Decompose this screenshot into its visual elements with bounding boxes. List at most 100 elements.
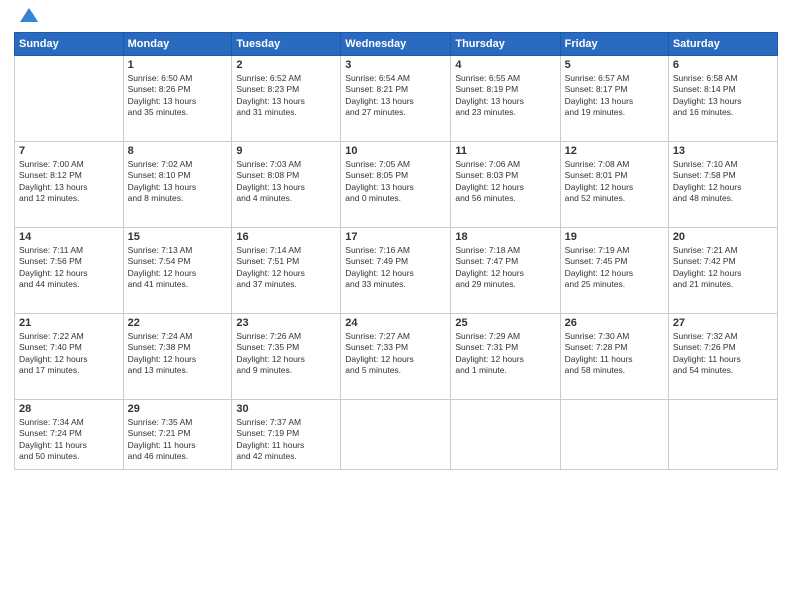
day-number: 5 bbox=[565, 59, 664, 71]
day-detail: Sunrise: 7:37 AM Sunset: 7:19 PM Dayligh… bbox=[236, 417, 336, 463]
calendar-cell bbox=[560, 400, 668, 470]
weekday-header: Monday bbox=[123, 33, 232, 56]
day-detail: Sunrise: 7:16 AM Sunset: 7:49 PM Dayligh… bbox=[345, 245, 446, 291]
calendar-cell: 10Sunrise: 7:05 AM Sunset: 8:05 PM Dayli… bbox=[341, 142, 451, 228]
weekday-header: Sunday bbox=[15, 33, 124, 56]
day-number: 18 bbox=[455, 231, 555, 243]
day-detail: Sunrise: 7:02 AM Sunset: 8:10 PM Dayligh… bbox=[128, 159, 228, 205]
calendar-cell: 13Sunrise: 7:10 AM Sunset: 7:58 PM Dayli… bbox=[668, 142, 777, 228]
day-detail: Sunrise: 7:32 AM Sunset: 7:26 PM Dayligh… bbox=[673, 331, 773, 377]
calendar-cell: 19 Sunrise: 7:19 AM Sunset: 7:45 PM Dayli… bbox=[560, 228, 668, 314]
weekday-header: Tuesday bbox=[232, 33, 341, 56]
day-number: 4 bbox=[455, 59, 555, 71]
day-number: 2 bbox=[236, 59, 336, 71]
calendar-week-row: 1Sunrise: 6:50 AM Sunset: 8:26 PM Daylig… bbox=[15, 56, 778, 142]
calendar-cell bbox=[451, 400, 560, 470]
day-number: 30 bbox=[236, 403, 336, 415]
day-number: 27 bbox=[673, 317, 773, 329]
day-detail: Sunrise: 7:35 AM Sunset: 7:21 PM Dayligh… bbox=[128, 417, 228, 463]
day-number: 24 bbox=[345, 317, 446, 329]
calendar-cell: 11 Sunrise: 7:06 AM Sunset: 8:03 PM Dayli… bbox=[451, 142, 560, 228]
calendar-week-row: 7 Sunrise: 7:00 AM Sunset: 8:12 PM Daylig… bbox=[15, 142, 778, 228]
calendar-cell: 7 Sunrise: 7:00 AM Sunset: 8:12 PM Daylig… bbox=[15, 142, 124, 228]
day-detail: Sunrise: 7:18 AM Sunset: 7:47 PM Dayligh… bbox=[455, 245, 555, 291]
day-number: 13 bbox=[673, 145, 773, 157]
calendar-week-row: 14 Sunrise: 7:11 AM Sunset: 7:56 PM Dayli… bbox=[15, 228, 778, 314]
calendar-cell: 1Sunrise: 6:50 AM Sunset: 8:26 PM Daylig… bbox=[123, 56, 232, 142]
day-number: 6 bbox=[673, 59, 773, 71]
day-detail: Sunrise: 7:30 AM Sunset: 7:28 PM Dayligh… bbox=[565, 331, 664, 377]
day-number: 26 bbox=[565, 317, 664, 329]
calendar-cell: 24 Sunrise: 7:27 AM Sunset: 7:33 PM Dayli… bbox=[341, 314, 451, 400]
day-number: 28 bbox=[19, 403, 119, 415]
weekday-header: Saturday bbox=[668, 33, 777, 56]
calendar-cell: 18 Sunrise: 7:18 AM Sunset: 7:47 PM Dayli… bbox=[451, 228, 560, 314]
calendar-cell: 28 Sunrise: 7:34 AM Sunset: 7:24 PM Dayli… bbox=[15, 400, 124, 470]
calendar-cell: 22 Sunrise: 7:24 AM Sunset: 7:38 PM Dayli… bbox=[123, 314, 232, 400]
day-number: 8 bbox=[128, 145, 228, 157]
day-number: 25 bbox=[455, 317, 555, 329]
day-detail: Sunrise: 7:26 AM Sunset: 7:35 PM Dayligh… bbox=[236, 331, 336, 377]
page: SundayMondayTuesdayWednesdayThursdayFrid… bbox=[0, 0, 792, 612]
day-number: 22 bbox=[128, 317, 228, 329]
calendar: SundayMondayTuesdayWednesdayThursdayFrid… bbox=[14, 32, 778, 470]
day-detail: Sunrise: 7:34 AM Sunset: 7:24 PM Dayligh… bbox=[19, 417, 119, 463]
day-detail: Sunrise: 7:08 AM Sunset: 8:01 PM Dayligh… bbox=[565, 159, 664, 205]
day-detail: Sunrise: 6:52 AM Sunset: 8:23 PM Dayligh… bbox=[236, 73, 336, 119]
calendar-cell: 5Sunrise: 6:57 AM Sunset: 8:17 PM Daylig… bbox=[560, 56, 668, 142]
calendar-cell: 17Sunrise: 7:16 AM Sunset: 7:49 PM Dayli… bbox=[341, 228, 451, 314]
day-detail: Sunrise: 7:21 AM Sunset: 7:42 PM Dayligh… bbox=[673, 245, 773, 291]
calendar-cell: 6 Sunrise: 6:58 AM Sunset: 8:14 PM Daylig… bbox=[668, 56, 777, 142]
day-number: 21 bbox=[19, 317, 119, 329]
day-detail: Sunrise: 7:27 AM Sunset: 7:33 PM Dayligh… bbox=[345, 331, 446, 377]
logo bbox=[14, 14, 40, 26]
weekday-header-row: SundayMondayTuesdayWednesdayThursdayFrid… bbox=[15, 33, 778, 56]
day-detail: Sunrise: 7:06 AM Sunset: 8:03 PM Dayligh… bbox=[455, 159, 555, 205]
weekday-header: Thursday bbox=[451, 33, 560, 56]
calendar-cell: 16 Sunrise: 7:14 AM Sunset: 7:51 PM Dayli… bbox=[232, 228, 341, 314]
day-detail: Sunrise: 7:03 AM Sunset: 8:08 PM Dayligh… bbox=[236, 159, 336, 205]
day-number: 23 bbox=[236, 317, 336, 329]
day-detail: Sunrise: 7:24 AM Sunset: 7:38 PM Dayligh… bbox=[128, 331, 228, 377]
calendar-week-row: 21Sunrise: 7:22 AM Sunset: 7:40 PM Dayli… bbox=[15, 314, 778, 400]
calendar-cell: 29 Sunrise: 7:35 AM Sunset: 7:21 PM Dayli… bbox=[123, 400, 232, 470]
day-number: 10 bbox=[345, 145, 446, 157]
calendar-cell: 4 Sunrise: 6:55 AM Sunset: 8:19 PM Daylig… bbox=[451, 56, 560, 142]
day-detail: Sunrise: 6:58 AM Sunset: 8:14 PM Dayligh… bbox=[673, 73, 773, 119]
day-detail: Sunrise: 7:00 AM Sunset: 8:12 PM Dayligh… bbox=[19, 159, 119, 205]
day-number: 16 bbox=[236, 231, 336, 243]
calendar-cell: 26 Sunrise: 7:30 AM Sunset: 7:28 PM Dayli… bbox=[560, 314, 668, 400]
calendar-cell bbox=[15, 56, 124, 142]
day-detail: Sunrise: 7:13 AM Sunset: 7:54 PM Dayligh… bbox=[128, 245, 228, 291]
calendar-cell: 9 Sunrise: 7:03 AM Sunset: 8:08 PM Daylig… bbox=[232, 142, 341, 228]
day-detail: Sunrise: 6:50 AM Sunset: 8:26 PM Dayligh… bbox=[128, 73, 228, 119]
logo-icon bbox=[18, 4, 40, 26]
calendar-cell: 20 Sunrise: 7:21 AM Sunset: 7:42 PM Dayli… bbox=[668, 228, 777, 314]
day-number: 19 bbox=[565, 231, 664, 243]
day-number: 11 bbox=[455, 145, 555, 157]
day-number: 29 bbox=[128, 403, 228, 415]
day-number: 12 bbox=[565, 145, 664, 157]
calendar-cell: 8 Sunrise: 7:02 AM Sunset: 8:10 PM Daylig… bbox=[123, 142, 232, 228]
calendar-cell: 2 Sunrise: 6:52 AM Sunset: 8:23 PM Daylig… bbox=[232, 56, 341, 142]
day-detail: Sunrise: 6:55 AM Sunset: 8:19 PM Dayligh… bbox=[455, 73, 555, 119]
day-number: 7 bbox=[19, 145, 119, 157]
calendar-cell bbox=[341, 400, 451, 470]
day-number: 15 bbox=[128, 231, 228, 243]
calendar-cell: 30 Sunrise: 7:37 AM Sunset: 7:19 PM Dayli… bbox=[232, 400, 341, 470]
day-number: 20 bbox=[673, 231, 773, 243]
day-number: 3 bbox=[345, 59, 446, 71]
day-detail: Sunrise: 7:14 AM Sunset: 7:51 PM Dayligh… bbox=[236, 245, 336, 291]
day-detail: Sunrise: 7:11 AM Sunset: 7:56 PM Dayligh… bbox=[19, 245, 119, 291]
calendar-cell: 23 Sunrise: 7:26 AM Sunset: 7:35 PM Dayli… bbox=[232, 314, 341, 400]
day-number: 14 bbox=[19, 231, 119, 243]
calendar-week-row: 28 Sunrise: 7:34 AM Sunset: 7:24 PM Dayli… bbox=[15, 400, 778, 470]
calendar-cell bbox=[668, 400, 777, 470]
calendar-cell: 12 Sunrise: 7:08 AM Sunset: 8:01 PM Dayli… bbox=[560, 142, 668, 228]
day-number: 9 bbox=[236, 145, 336, 157]
day-detail: Sunrise: 6:54 AM Sunset: 8:21 PM Dayligh… bbox=[345, 73, 446, 119]
header bbox=[14, 10, 778, 26]
day-detail: Sunrise: 7:19 AM Sunset: 7:45 PM Dayligh… bbox=[565, 245, 664, 291]
calendar-cell: 14 Sunrise: 7:11 AM Sunset: 7:56 PM Dayli… bbox=[15, 228, 124, 314]
calendar-cell: 21Sunrise: 7:22 AM Sunset: 7:40 PM Dayli… bbox=[15, 314, 124, 400]
